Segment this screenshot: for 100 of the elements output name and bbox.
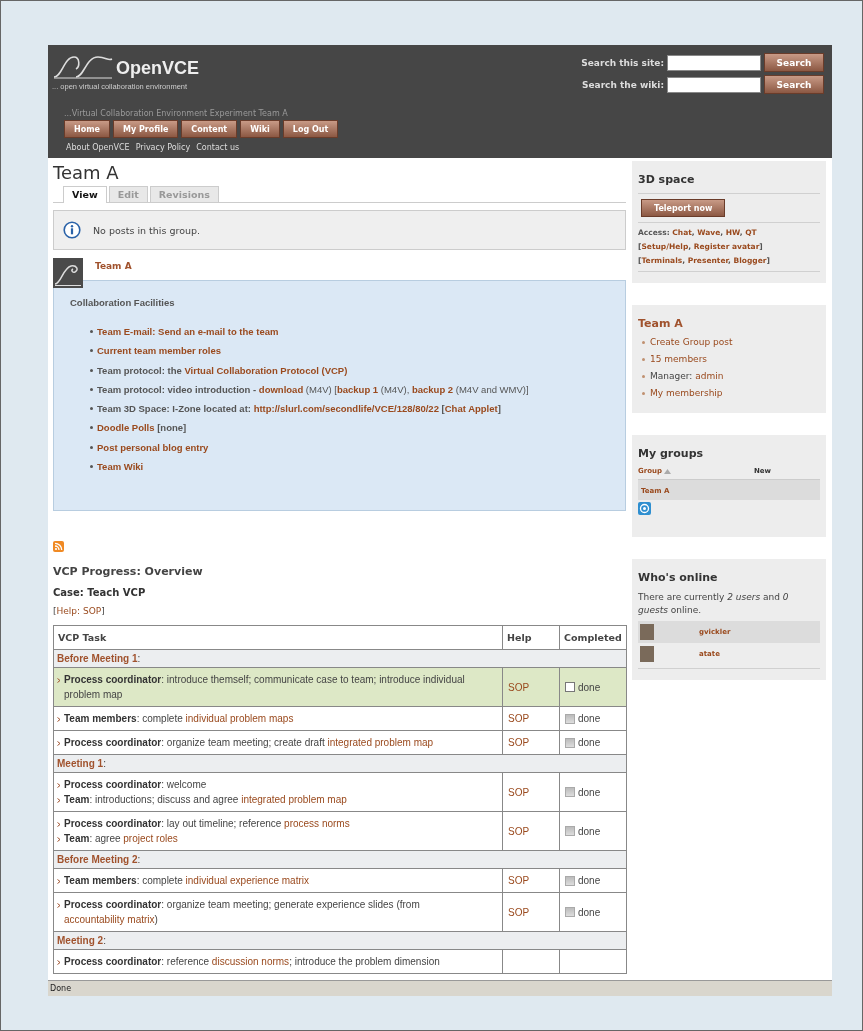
link[interactable]: process norms	[284, 818, 350, 830]
search-field[interactable]	[667, 76, 761, 93]
footer-link[interactable]: About OpenVCE	[66, 143, 130, 152]
link[interactable]: Post personal blog entry	[97, 441, 209, 453]
facility-item: Team protocol: the Virtual Collaboration Protocol (VCP)	[97, 364, 348, 376]
search-label: Search this site:	[581, 57, 664, 68]
bullet-icon	[57, 837, 61, 843]
status-bar: Done	[48, 980, 832, 996]
tab[interactable]: View	[63, 186, 107, 203]
link[interactable]: Virtual Collaboration Protocol (VCP)	[184, 364, 348, 376]
bullet-icon	[57, 741, 61, 747]
nav-button[interactable]: Wiki	[240, 120, 280, 138]
nav-button[interactable]: My Profile	[112, 120, 179, 138]
column-header: Help	[502, 625, 560, 650]
link[interactable]: Team Wiki	[97, 461, 144, 473]
task-text: Process coordinator: lay out timeline; reference process norms	[64, 817, 350, 832]
sort-up-icon	[664, 468, 671, 474]
task-text: Process coordinator: welcome	[64, 778, 207, 793]
task-text: Process coordinator: reference discussion norms; introduce the problem dimension	[64, 955, 440, 970]
link[interactable]: Doodle Polls	[97, 422, 155, 434]
checkbox-label: done	[578, 737, 601, 749]
link[interactable]: http://slurl.com/secondlife/VCE/128/80/22	[253, 403, 439, 415]
checkbox-label: done	[578, 875, 601, 887]
footer-link[interactable]: Contact us	[196, 143, 240, 152]
column-header: Completed	[559, 625, 627, 650]
bullet-icon	[57, 903, 61, 909]
bullet-icon	[642, 357, 645, 361]
link[interactable]: individual problem maps	[185, 713, 294, 725]
facility-item: Team protocol: video introduction - download (M4V) [backup 1 (M4V), backup 2 (M4V and WMV)]	[97, 383, 529, 395]
bullet-icon	[642, 391, 645, 395]
search-field[interactable]	[667, 54, 761, 71]
checkbox-label: done	[578, 786, 601, 798]
checkbox-label: done	[578, 681, 601, 693]
bullet-icon	[90, 368, 93, 372]
link[interactable]: download	[258, 383, 304, 395]
block-title: 3D space	[638, 173, 696, 186]
logo-text[interactable]: OpenVCE	[116, 57, 199, 79]
link[interactable]: backup 2	[411, 383, 454, 395]
group-menu-item: Manager: admin	[650, 371, 724, 381]
team-link[interactable]: Team A	[95, 261, 132, 271]
section-heading: VCP Progress: Overview	[53, 565, 204, 579]
sop-link[interactable]: SOP	[508, 875, 530, 887]
task-text: Team: agree project roles	[64, 832, 178, 847]
column-header: VCP Task	[53, 625, 503, 650]
rss-feed-icon[interactable]	[53, 541, 64, 553]
bullet-icon	[90, 387, 93, 391]
target-icon[interactable]	[638, 502, 651, 515]
bullet-icon	[57, 879, 61, 885]
block-title: My groups	[638, 447, 705, 460]
bullet-icon	[57, 678, 61, 684]
bullet-icon	[90, 349, 93, 353]
link[interactable]: integrated problem map	[327, 737, 434, 749]
sop-link[interactable]: SOP	[508, 786, 530, 798]
nav-button[interactable]: Home	[64, 120, 110, 138]
bullet-icon	[642, 374, 645, 378]
nav-button[interactable]: Content	[181, 120, 238, 138]
link[interactable]: Create Group post	[650, 337, 733, 347]
task-text: Team: introductions; discuss and agree integrated problem map	[64, 793, 347, 808]
link[interactable]: My membership	[650, 388, 723, 398]
sop-link[interactable]: SOP	[508, 681, 530, 693]
block-title: Who's online	[638, 571, 719, 584]
checkbox[interactable]	[565, 682, 575, 693]
wave-logo-icon	[53, 258, 83, 288]
link[interactable]: admin	[695, 371, 724, 381]
facility-item: Team 3D Space: I-Zone located at: http://slurl.com/secondlife/VCE/128/80/22 [Chat Applet]	[97, 403, 501, 415]
avatar-photo-placeholder	[640, 624, 654, 640]
link[interactable]: Current team member roles	[97, 345, 222, 357]
sop-link[interactable]: SOP	[508, 737, 530, 749]
sop-link[interactable]: SOP	[508, 713, 530, 725]
sop-link[interactable]: SOP	[508, 906, 530, 918]
task-text: Process coordinator: organize team meeting; create draft integrated problem map	[64, 736, 434, 751]
task-text: Process coordinator: organize team meeting; generate experience slides (from accountability matrix)	[64, 898, 421, 928]
link[interactable]: accountability matrix	[64, 914, 155, 926]
nav-button[interactable]: Log Out	[282, 120, 339, 138]
search-button[interactable]: Search	[764, 75, 824, 94]
bullet-icon	[57, 717, 61, 723]
checkbox-label: done	[578, 906, 601, 918]
search-label: Search the wiki:	[582, 79, 664, 90]
bullet-icon	[57, 960, 61, 966]
link[interactable]: integrated problem map	[241, 794, 347, 806]
info-icon	[63, 221, 81, 239]
link[interactable]: 15 members	[650, 354, 708, 364]
task-text: Team members: complete individual experience matrix	[64, 874, 309, 889]
search-button[interactable]: Search	[764, 53, 824, 72]
bullet-icon	[90, 330, 93, 333]
wave-logo-icon	[52, 53, 114, 79]
link[interactable]: project roles	[123, 833, 178, 845]
bullet-icon	[90, 445, 93, 449]
link[interactable]: Team E-mail: Send an e-mail to the team	[97, 326, 279, 337]
bullet-icon	[90, 407, 93, 411]
site-subtitle: ...Virtual Collaboration Environment Experiment Team A	[64, 109, 289, 118]
panel-heading: Collaboration Facilities	[70, 297, 176, 308]
page-title: Team A	[53, 162, 120, 184]
bullet-icon	[90, 426, 93, 430]
message-text: No posts in this group.	[93, 224, 201, 236]
sop-link[interactable]: SOP	[508, 825, 530, 837]
link[interactable]: individual experience matrix	[185, 875, 309, 887]
bullet-icon	[642, 340, 645, 344]
footer-link[interactable]: Privacy Policy	[135, 143, 191, 152]
teleport-button[interactable]: Teleport now	[641, 199, 726, 217]
